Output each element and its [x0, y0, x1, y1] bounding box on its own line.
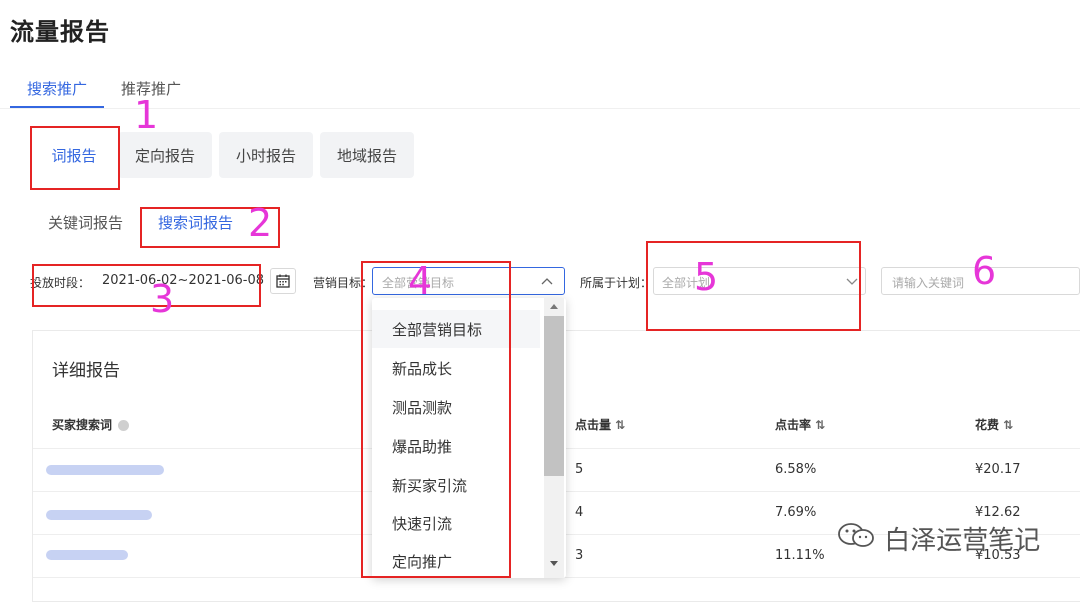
- sort-icon: ⇅: [615, 418, 626, 432]
- redacted-search-term: [46, 550, 128, 560]
- calendar-icon: [276, 274, 290, 288]
- report-type-targeting[interactable]: 定向报告: [118, 132, 212, 178]
- annotation-number-4: 4: [408, 259, 433, 303]
- annotation-number-3: 3: [150, 277, 175, 321]
- column-header-ctr-label: 点击率: [775, 418, 812, 432]
- sort-icon: ⇅: [1003, 418, 1014, 432]
- scroll-up-arrow-icon[interactable]: [549, 302, 559, 310]
- keyword-search-placeholder: 请输入关键词: [892, 276, 965, 290]
- cell-clicks: 4: [575, 505, 584, 520]
- column-header-search-term: 买家搜索词: [52, 416, 130, 433]
- annotation-box-1: [30, 126, 120, 190]
- redacted-search-term: [46, 465, 164, 475]
- watermark-text: 白泽运营笔记: [884, 526, 1041, 556]
- column-header-search-term-label: 买家搜索词: [52, 418, 113, 432]
- column-header-cost[interactable]: 花费 ⇅: [975, 416, 1013, 433]
- report-type-hourly-label: 小时报告: [235, 146, 296, 165]
- chevron-up-icon: [541, 278, 553, 285]
- annotation-box-4: [361, 261, 511, 578]
- annotation-number-5: 5: [694, 255, 719, 299]
- column-header-ctr[interactable]: 点击率 ⇅: [775, 416, 825, 433]
- annotation-number-2: 2: [248, 201, 273, 245]
- annotation-box-5: [646, 241, 861, 331]
- plan-label: 所属于计划：: [580, 276, 653, 290]
- cell-ctr: 6.58%: [775, 462, 817, 477]
- page-title: 流量报告: [10, 18, 110, 46]
- wechat-icon: [836, 521, 876, 556]
- cell-cost: ¥20.17: [975, 462, 1021, 477]
- cell-ctr: 7.69%: [775, 505, 817, 520]
- scroll-down-arrow-icon[interactable]: [549, 560, 559, 568]
- annotation-number-6: 6: [972, 249, 997, 293]
- dropdown-scroll-thumb[interactable]: [544, 316, 564, 476]
- active-tab-indicator: [10, 106, 104, 108]
- report-type-region-label: 地域报告: [336, 146, 397, 165]
- watermark: 白泽运营笔记: [836, 520, 1040, 557]
- tab-divider: [0, 108, 1080, 109]
- annotation-box-3: [32, 264, 261, 307]
- report-type-region[interactable]: 地域报告: [320, 132, 414, 178]
- report-type-targeting-label: 定向报告: [134, 146, 195, 165]
- help-icon[interactable]: [118, 420, 130, 431]
- calendar-button[interactable]: [270, 268, 296, 294]
- redacted-search-term: [46, 510, 152, 520]
- cell-clicks: 5: [575, 462, 584, 477]
- report-type-hourly[interactable]: 小时报告: [219, 132, 313, 178]
- detail-report-title: 详细报告: [52, 361, 120, 381]
- column-header-clicks[interactable]: 点击量 ⇅: [575, 416, 625, 433]
- cell-cost: ¥12.62: [975, 505, 1021, 520]
- column-header-cost-label: 花费: [975, 418, 1000, 432]
- cell-ctr: 11.11%: [775, 548, 825, 563]
- cell-clicks: 3: [575, 548, 584, 563]
- tab-search-promotion[interactable]: 搜索推广: [27, 78, 87, 99]
- annotation-number-1: 1: [134, 93, 159, 137]
- sort-icon: ⇅: [815, 418, 826, 432]
- column-header-clicks-label: 点击量: [575, 418, 612, 432]
- subtab-keyword-report[interactable]: 关键词报告: [48, 212, 123, 233]
